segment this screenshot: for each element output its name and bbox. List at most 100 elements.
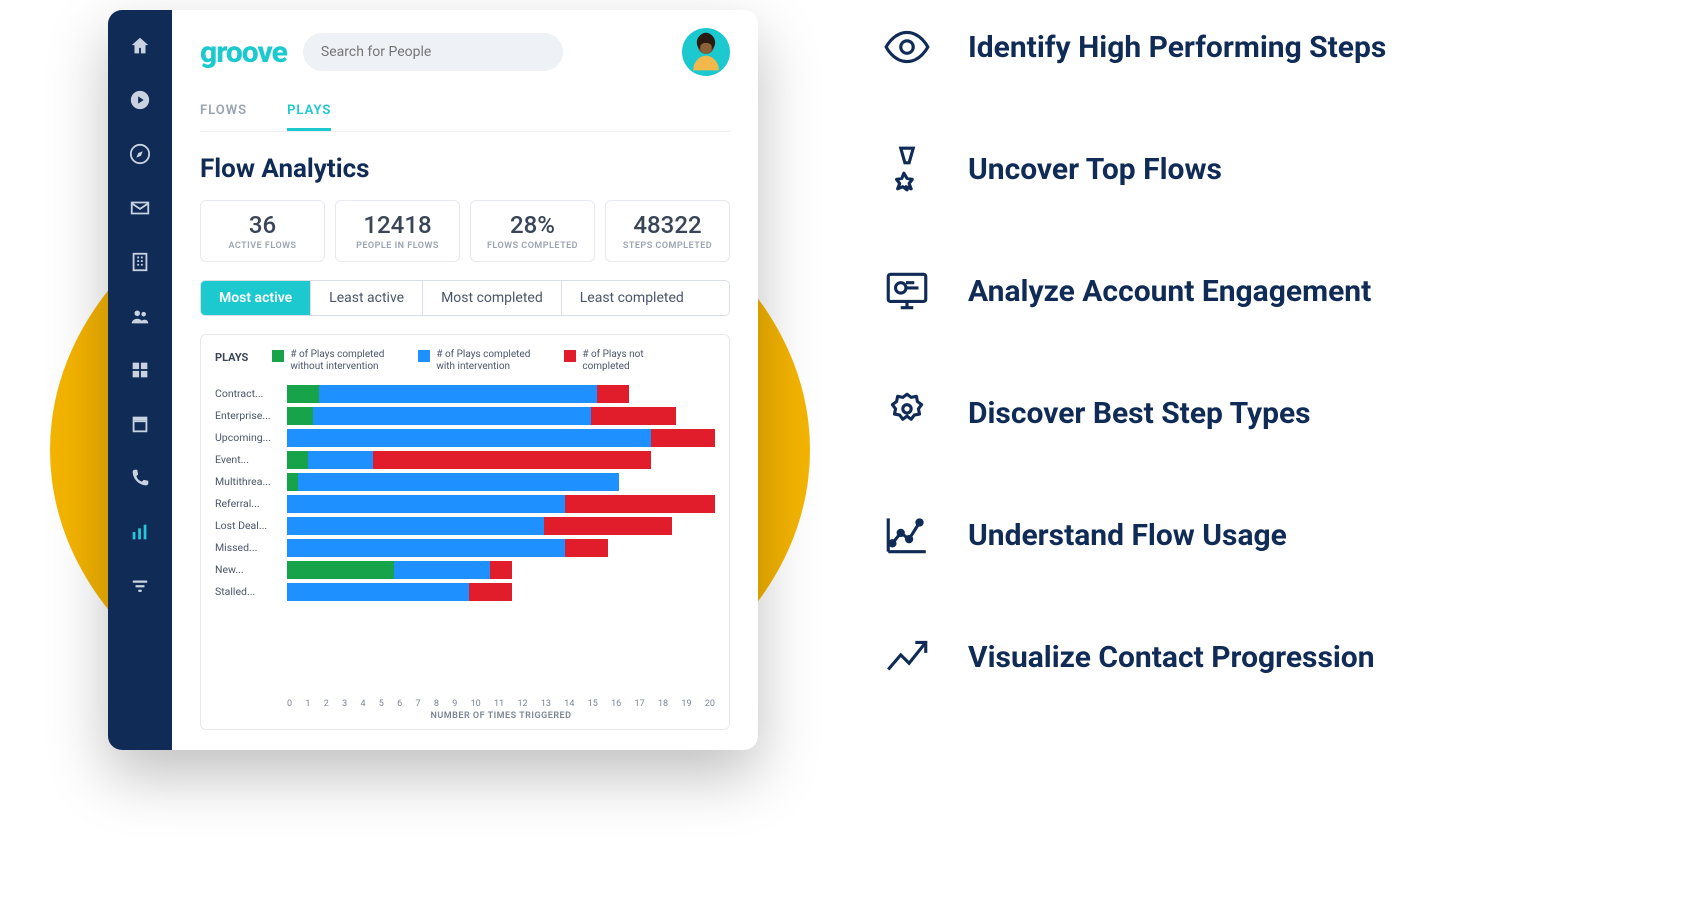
- bar-track: [287, 495, 715, 513]
- bar-segment: [298, 473, 619, 491]
- x-tick: 7: [416, 699, 421, 709]
- bar-label: Enterprise...: [215, 409, 287, 422]
- nav-mail-icon[interactable]: [128, 196, 152, 220]
- monitor-icon: [880, 264, 934, 318]
- chart-x-label: NUMBER OF TIMES TRIGGERED: [287, 711, 715, 721]
- legend-text: # of Plays not completed: [582, 349, 692, 373]
- x-tick: 1: [305, 699, 310, 709]
- bar-row: Referral...: [215, 493, 715, 514]
- x-tick: 20: [705, 699, 715, 709]
- bar-segment: [287, 385, 319, 403]
- metric-card: 48322STEPS COMPLETED: [605, 200, 730, 262]
- bar-segment: [287, 583, 469, 601]
- x-tick: 9: [452, 699, 457, 709]
- nav-people-icon[interactable]: [128, 304, 152, 328]
- bar-track: [287, 473, 715, 491]
- tab-plays[interactable]: PLAYS: [287, 103, 331, 131]
- nav-building-icon[interactable]: [128, 250, 152, 274]
- legend-swatch: [418, 350, 430, 362]
- bar-segment: [287, 539, 565, 557]
- legend-swatch: [272, 350, 284, 362]
- page-title: Flow Analytics: [200, 154, 730, 184]
- x-tick: 14: [564, 699, 574, 709]
- bar-segment: [308, 451, 372, 469]
- x-tick: 16: [611, 699, 621, 709]
- bar-track: [287, 407, 715, 425]
- nav-play-icon[interactable]: [128, 88, 152, 112]
- bar-segment: [394, 561, 490, 579]
- bar-label: Contract...: [215, 387, 287, 400]
- bar-label: Lost Deal...: [215, 519, 287, 532]
- bar-row: Enterprise...: [215, 405, 715, 426]
- metric-label: STEPS COMPLETED: [614, 241, 721, 251]
- nav-home-icon[interactable]: [128, 34, 152, 58]
- metric-card: 28%FLOWS COMPLETED: [470, 200, 595, 262]
- linechart-icon: [880, 508, 934, 562]
- chart-legend: PLAYS # of Plays completed without inter…: [215, 349, 715, 373]
- x-tick: 13: [541, 699, 551, 709]
- bar-track: [287, 385, 715, 403]
- legend-item: # of Plays completed with intervention: [418, 349, 546, 373]
- metric-value: 12418: [344, 211, 451, 239]
- nav-filter-icon[interactable]: [128, 574, 152, 598]
- nav-analytics-icon[interactable]: [128, 520, 152, 544]
- bar-segment: [544, 517, 672, 535]
- nav-archive-icon[interactable]: [128, 412, 152, 436]
- metric-value: 28%: [479, 211, 586, 239]
- legend-text: # of Plays completed with intervention: [436, 349, 546, 373]
- bar-label: Upcoming...: [215, 431, 287, 444]
- bar-segment: [591, 407, 677, 425]
- feature-item: Understand Flow Usage: [880, 508, 1680, 562]
- bar-track: [287, 539, 715, 557]
- nav-explore-icon[interactable]: [128, 142, 152, 166]
- chart-x-axis: 01234567891011121314151617181920: [215, 699, 715, 709]
- bar-row: Lost Deal...: [215, 515, 715, 536]
- bar-segment: [597, 385, 629, 403]
- bar-row: Event...: [215, 449, 715, 470]
- feature-item: Visualize Contact Progression: [880, 630, 1680, 684]
- feature-text: Understand Flow Usage: [968, 518, 1287, 553]
- app-window: groove FLOWS PLAYS Flow Analytics 36ACTI…: [108, 10, 758, 750]
- feature-text: Identify High Performing Steps: [968, 30, 1386, 65]
- x-tick: 8: [434, 699, 439, 709]
- bar-label: Stalled...: [215, 585, 287, 598]
- x-tick: 15: [588, 699, 598, 709]
- left-rail: [108, 10, 172, 750]
- feature-text: Visualize Contact Progression: [968, 640, 1375, 675]
- x-tick: 17: [635, 699, 645, 709]
- feature-item: Analyze Account Engagement: [880, 264, 1680, 318]
- chart-title: PLAYS: [215, 349, 248, 364]
- legend-item: # of Plays completed without interventio…: [272, 349, 400, 373]
- nav-grid-icon[interactable]: [128, 358, 152, 382]
- filter-least-active[interactable]: Least active: [311, 281, 423, 315]
- feature-text: Discover Best Step Types: [968, 396, 1311, 431]
- x-tick: 5: [379, 699, 384, 709]
- ribbon-icon: [880, 386, 934, 440]
- filter-most-completed[interactable]: Most completed: [423, 281, 562, 315]
- search-input[interactable]: [303, 33, 563, 71]
- bar-segment: [287, 561, 394, 579]
- avatar[interactable]: [682, 28, 730, 76]
- bar-row: Missed...: [215, 537, 715, 558]
- x-tick: 11: [494, 699, 504, 709]
- nav-phone-icon[interactable]: [128, 466, 152, 490]
- bar-segment: [287, 495, 565, 513]
- x-tick: 19: [681, 699, 691, 709]
- bar-label: Multithrea...: [215, 475, 287, 488]
- bar-track: [287, 517, 715, 535]
- feature-item: Uncover Top Flows: [880, 142, 1680, 196]
- bar-label: Referral...: [215, 497, 287, 510]
- filter-least-completed[interactable]: Least completed: [562, 281, 729, 315]
- bar-track: [287, 583, 715, 601]
- feature-text: Uncover Top Flows: [968, 152, 1222, 187]
- tab-flows[interactable]: FLOWS: [200, 103, 247, 131]
- metric-label: PEOPLE IN FLOWS: [344, 241, 451, 251]
- feature-item: Discover Best Step Types: [880, 386, 1680, 440]
- main-panel: groove FLOWS PLAYS Flow Analytics 36ACTI…: [172, 10, 758, 750]
- bar-segment: [565, 539, 608, 557]
- bar-segment: [287, 429, 651, 447]
- bar-row: Multithrea...: [215, 471, 715, 492]
- x-tick: 2: [324, 699, 329, 709]
- topbar: groove: [200, 28, 730, 76]
- filter-most-active[interactable]: Most active: [201, 281, 311, 315]
